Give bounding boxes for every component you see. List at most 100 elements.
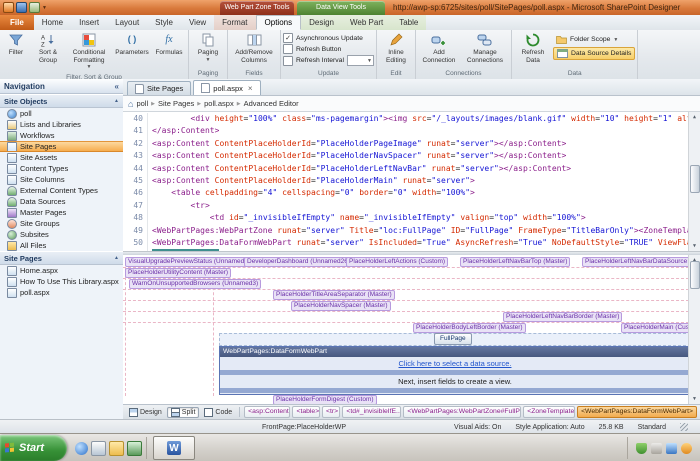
add-connection-button[interactable]: Add Connection bbox=[418, 31, 460, 65]
code-scrollbar[interactable]: ▲ ▼ bbox=[688, 112, 700, 251]
undo-icon[interactable] bbox=[29, 2, 40, 13]
tab-table[interactable]: Table bbox=[391, 15, 426, 30]
select-data-source-link[interactable]: Click here to select a data source. bbox=[399, 359, 512, 368]
code-line[interactable]: 42<asp:Content ContentPlaceHolderId="Pla… bbox=[123, 138, 689, 150]
tag-breadcrumb-item[interactable]: <ZoneTemplate> bbox=[523, 406, 575, 418]
sidebar-item-master-pages[interactable]: Master Pages bbox=[0, 207, 123, 218]
parameters-button[interactable]: ( ) Parameters bbox=[113, 31, 151, 58]
sidebar-item-poll[interactable]: poll bbox=[0, 108, 123, 119]
sidebar-item-subsites[interactable]: Subsites bbox=[0, 229, 123, 240]
resize-grip[interactable] bbox=[680, 423, 688, 431]
sidebar-item-site-assets[interactable]: Site Assets bbox=[0, 152, 123, 163]
tab-insert[interactable]: Insert bbox=[71, 15, 107, 30]
code-line[interactable]: 43<asp:Content ContentPlaceHolderId="Pla… bbox=[123, 150, 689, 162]
volume-icon[interactable] bbox=[651, 443, 662, 454]
placeholder-label[interactable]: PlaceHolderLeftNavBarBorder (Master) bbox=[503, 312, 622, 322]
tab-style[interactable]: Style bbox=[147, 15, 181, 30]
sidebar-section-header[interactable]: Site Pages▲ bbox=[0, 251, 123, 265]
scroll-up-icon[interactable]: ▲ bbox=[689, 112, 700, 122]
scrollbar-thumb[interactable] bbox=[690, 165, 700, 193]
sidebar-item-data-sources[interactable]: Data Sources bbox=[0, 196, 123, 207]
sidebar-item-lists-and-libraries[interactable]: Lists and Libraries bbox=[0, 119, 123, 130]
refresh-interval-dropdown[interactable]: ▼ bbox=[347, 55, 374, 66]
home-icon[interactable]: ⌂ bbox=[128, 99, 133, 109]
placeholder-label[interactable]: PlaceHolderTitleAreaSeparator (Master) bbox=[273, 290, 395, 300]
placeholder-label[interactable]: PlaceHolderUtilityContent (Master) bbox=[125, 268, 231, 278]
doc-tab-site-pages[interactable]: Site Pages bbox=[127, 81, 191, 95]
tag-breadcrumb-item[interactable]: <WebPartPages:WebPartZone#FullPage> bbox=[403, 406, 521, 418]
sort-group-button[interactable]: AZ Sort & Group bbox=[31, 31, 65, 65]
placeholder-label[interactable]: PlaceHolderLeftActions (Custom) bbox=[346, 257, 448, 267]
qat-dropdown-icon[interactable]: ▼ bbox=[42, 5, 47, 11]
code-line[interactable]: 50<WebPartPages:DataFormWebPart runat="s… bbox=[123, 237, 689, 249]
code-line[interactable]: 48 <td id="_invisibleIfEmpty" name="_inv… bbox=[123, 212, 689, 224]
manage-connections-button[interactable]: Manage Connections bbox=[461, 31, 509, 65]
tab-format[interactable]: Format bbox=[214, 15, 255, 30]
inline-editing-button[interactable]: Inline Editing bbox=[379, 31, 413, 65]
tag-breadcrumb-item[interactable]: <WebPartPages:DataFormWebPart> bbox=[577, 406, 697, 418]
tab-file[interactable]: File bbox=[0, 15, 34, 30]
code-line[interactable]: 51<DataSources> bbox=[123, 249, 689, 252]
refresh-interval-control[interactable]: Refresh Interval ▼ bbox=[283, 55, 374, 66]
placeholder-label[interactable]: PlaceHolderBodyLeftBorder (Master) bbox=[413, 323, 526, 333]
sidebar-item-site-columns[interactable]: Site Columns bbox=[0, 174, 123, 185]
design-scrollbar[interactable]: ▲ ▼ bbox=[688, 255, 700, 404]
placeholder-label[interactable]: VisualUpgradePreviewStatus (Unnamed2) bbox=[125, 257, 253, 267]
dataform-webpart-header[interactable]: WebPartPages:DataFormWebPart bbox=[220, 347, 690, 357]
webpart-zone[interactable]: FullPage bbox=[219, 333, 691, 346]
update-icon[interactable] bbox=[681, 443, 692, 454]
shield-icon[interactable] bbox=[636, 443, 647, 454]
start-button[interactable]: Start bbox=[0, 435, 67, 461]
save-icon[interactable] bbox=[16, 2, 27, 13]
dataform-webpart[interactable]: WebPartPages:DataFormWebPart Click here … bbox=[219, 346, 691, 395]
tab-home[interactable]: Home bbox=[34, 15, 71, 30]
sidebar-item-how-to-use-this-library-aspx[interactable]: How To Use This Library.aspx bbox=[0, 276, 123, 287]
tab-web-part[interactable]: Web Part bbox=[342, 15, 391, 30]
tag-breadcrumb-item[interactable]: <asp:Content> bbox=[244, 406, 290, 418]
scrollbar-thumb[interactable] bbox=[690, 261, 700, 289]
network-icon[interactable] bbox=[666, 443, 677, 454]
asynchronous-update-checkbox[interactable]: ✓ Asynchronous Update bbox=[283, 33, 374, 43]
breadcrumb-page[interactable]: poll.aspx bbox=[204, 99, 234, 108]
breadcrumb-site[interactable]: poll bbox=[136, 99, 148, 108]
doc-tab-poll-aspx[interactable]: poll.aspx × bbox=[193, 80, 260, 95]
tab-design[interactable]: Design bbox=[301, 15, 342, 30]
tab-layout[interactable]: Layout bbox=[107, 15, 147, 30]
code-line[interactable]: 44<asp:Content ContentPlaceHolderId="Pla… bbox=[123, 163, 689, 175]
sidebar-item-poll-aspx[interactable]: poll.aspx bbox=[0, 287, 123, 298]
placeholder-label[interactable]: WarnOnUnsupportedBrowsers (Unnamed3) bbox=[129, 279, 261, 289]
code-line[interactable]: 46 <table cellpadding="4" cellspacing="0… bbox=[123, 187, 689, 199]
collapse-pane-icon[interactable]: « bbox=[115, 82, 119, 91]
sidebar-item-site-pages[interactable]: Site Pages bbox=[0, 141, 123, 152]
status-style-application[interactable]: Style Application: Auto bbox=[515, 424, 584, 431]
code-line[interactable]: 49<WebPartPages:WebPartZone runat="serve… bbox=[123, 225, 689, 237]
design-view-button[interactable]: Design bbox=[126, 407, 165, 418]
conditional-formatting-button[interactable]: Conditional Formatting ▼ bbox=[66, 31, 112, 73]
code-view-button[interactable]: Code bbox=[201, 407, 235, 418]
tag-breadcrumb-item[interactable]: <table> bbox=[292, 406, 320, 418]
app-icon[interactable] bbox=[3, 2, 14, 13]
sidebar-item-all-files[interactable]: All Files bbox=[0, 240, 123, 251]
tag-breadcrumb-item[interactable]: <td#_invisibleIfE...> bbox=[342, 406, 401, 418]
sidebar-item-content-types[interactable]: Content Types bbox=[0, 163, 123, 174]
sidebar-item-external-content-types[interactable]: External Content Types bbox=[0, 185, 123, 196]
explorer-icon[interactable] bbox=[127, 441, 142, 456]
breadcrumb-library[interactable]: Site Pages bbox=[158, 99, 194, 108]
filter-button[interactable]: Filter bbox=[2, 31, 30, 58]
placeholder-label[interactable]: PlaceHolderNavSpacer (Master) bbox=[291, 301, 391, 311]
formulas-button[interactable]: fx Formulas bbox=[152, 31, 186, 58]
code-line[interactable]: 45<asp:Content ContentPlaceHolderId="Pla… bbox=[123, 175, 689, 187]
code-line[interactable]: 41</asp:Content> bbox=[123, 125, 689, 137]
show-desktop-icon[interactable] bbox=[91, 441, 106, 456]
ie-icon[interactable] bbox=[75, 442, 88, 455]
tab-view[interactable]: View bbox=[181, 15, 214, 30]
scroll-down-icon[interactable]: ▼ bbox=[689, 241, 700, 251]
code-line[interactable]: 40 <div height="100%" class="ms-pagemarg… bbox=[123, 113, 689, 125]
split-view-button[interactable]: Split bbox=[167, 407, 200, 418]
placeholder-label[interactable]: PlaceHolderLeftNavBarDataSource (Master) bbox=[582, 257, 700, 267]
collapse-section-icon[interactable]: ▲ bbox=[114, 255, 119, 261]
placeholder-label[interactable]: PlaceHolderLeftNavBarTop (Master) bbox=[460, 257, 570, 267]
placeholder-label[interactable]: PlaceHolderFormDigest (Custom) bbox=[273, 395, 377, 404]
sidebar-item-home-aspx[interactable]: Home.aspx bbox=[0, 265, 123, 276]
folder-icon[interactable] bbox=[109, 441, 124, 456]
